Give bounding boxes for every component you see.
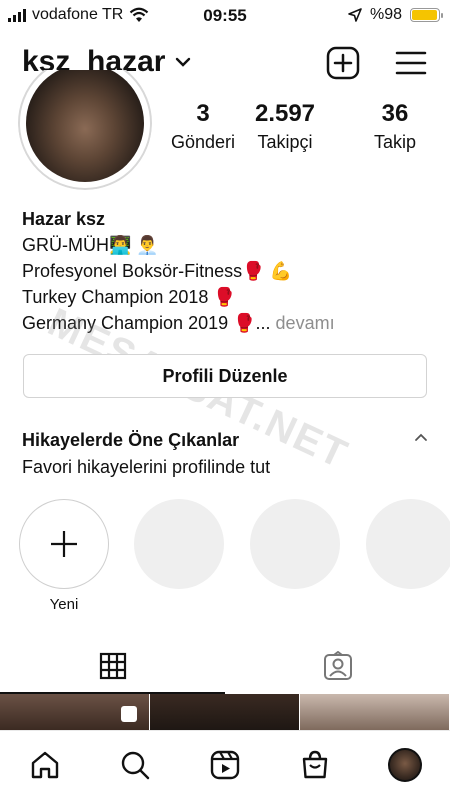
- multiple-photos-icon: [121, 706, 137, 722]
- highlights-subtitle: Favori hikayelerini profilinde tut: [22, 457, 271, 477]
- reels-icon: [210, 750, 240, 780]
- status-right: %98: [348, 6, 443, 24]
- post-thumbnail[interactable]: [150, 694, 299, 730]
- tagged-icon: [323, 651, 352, 680]
- bottom-nav: [0, 730, 450, 801]
- nav-profile[interactable]: [385, 745, 425, 785]
- highlights-title: Hikayelerde Öne Çıkanlar: [22, 430, 240, 450]
- stat-followers[interactable]: 2.597 Takipçi: [230, 100, 340, 153]
- nav-reels[interactable]: [205, 745, 245, 785]
- post-thumbnail[interactable]: [0, 694, 149, 730]
- status-bar: vodafone TR 09:55 %98: [0, 0, 450, 30]
- bio-line: Germany Champion 2019 🥊...: [22, 313, 271, 333]
- battery-icon: [410, 8, 443, 22]
- bio-more-link[interactable]: devamı: [276, 313, 335, 333]
- nav-home[interactable]: [25, 745, 65, 785]
- highlight-placeholder: [250, 499, 340, 589]
- shop-icon: [302, 750, 328, 779]
- bio-line: Profesyonel Boksör-Fitness🥊 💪: [22, 261, 292, 281]
- home-icon: [31, 751, 59, 779]
- nav-shop[interactable]: [295, 745, 335, 785]
- following-label: Takip: [373, 132, 417, 152]
- menu-button[interactable]: [394, 46, 428, 80]
- bio-line: Turkey Champion 2018 🥊: [22, 287, 236, 307]
- tab-posts-grid[interactable]: [0, 640, 225, 694]
- tab-tagged[interactable]: [225, 640, 450, 694]
- chevron-down-icon: [176, 57, 191, 67]
- edit-profile-button[interactable]: Profili Düzenle: [23, 354, 427, 398]
- profile-avatar[interactable]: [18, 70, 152, 190]
- new-highlight-button[interactable]: [19, 499, 109, 589]
- new-highlight-label: Yeni: [49, 596, 79, 613]
- battery-percent: %98: [369, 6, 402, 23]
- profile-bio: Hazar ksz GRÜ-MÜH👨‍💻 👨‍💼 Profesyonel Bok…: [22, 206, 335, 336]
- following-count: 36: [381, 100, 409, 127]
- stat-following[interactable]: 36 Takip: [340, 100, 450, 153]
- search-icon: [121, 751, 150, 780]
- location-icon: [348, 8, 362, 22]
- followers-label: Takipçi: [257, 132, 313, 152]
- post-thumbnail[interactable]: [300, 694, 449, 730]
- highlight-placeholder: [134, 499, 224, 589]
- display-name: Hazar ksz: [22, 209, 106, 229]
- highlight-placeholder: [366, 499, 450, 589]
- grid-icon: [99, 652, 126, 680]
- profile-avatar-small: [388, 748, 422, 782]
- new-post-button[interactable]: [326, 46, 360, 80]
- bio-line: GRÜ-MÜH👨‍💻 👨‍💼: [22, 235, 159, 255]
- hamburger-menu-icon: [395, 51, 427, 75]
- plus-square-icon: [326, 46, 360, 80]
- bio-line-last: Germany Champion 2019 🥊... devamı: [22, 310, 335, 336]
- nav-search[interactable]: [115, 745, 155, 785]
- followers-count: 2.597: [254, 100, 316, 127]
- chevron-up-icon[interactable]: [414, 432, 428, 442]
- plus-icon: [51, 531, 77, 557]
